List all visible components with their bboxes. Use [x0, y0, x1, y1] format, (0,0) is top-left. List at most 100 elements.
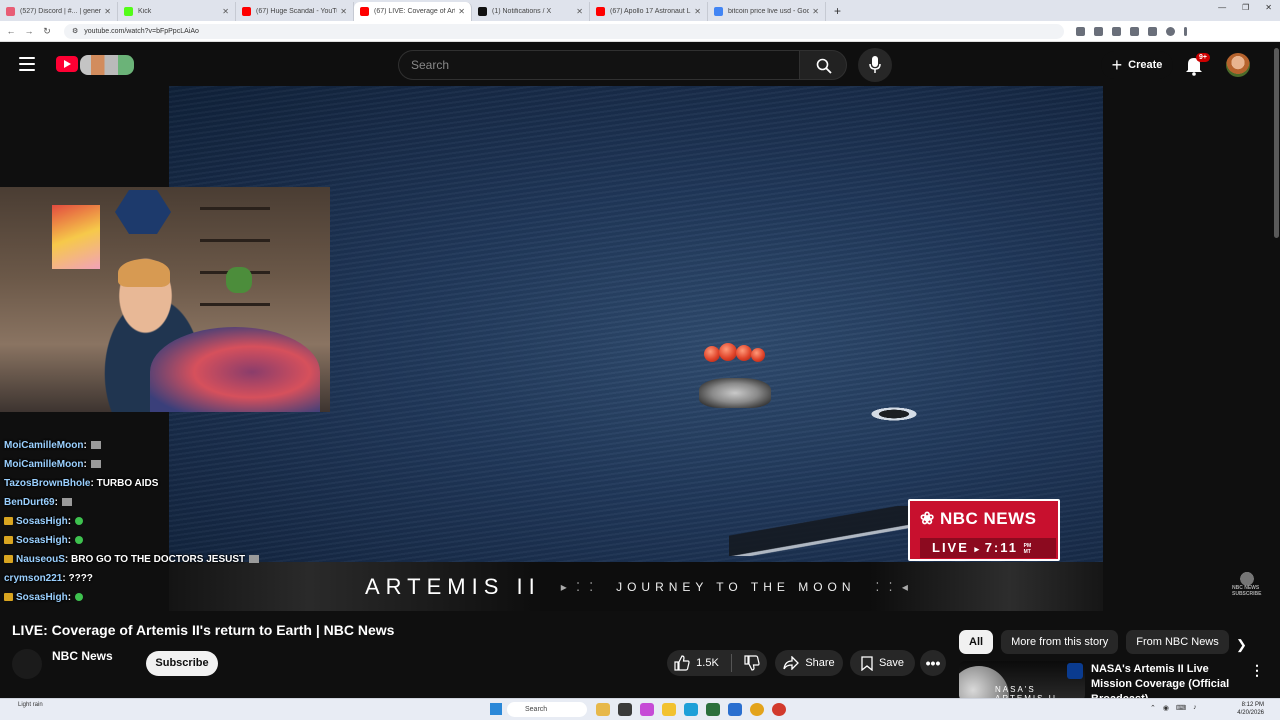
chat-username[interactable]: SosasHigh: [16, 535, 68, 546]
share-button[interactable]: Share: [775, 650, 843, 676]
menu-icon[interactable]: [19, 57, 35, 71]
app-icon[interactable]: [640, 703, 654, 716]
chat-text: : ????: [62, 573, 93, 584]
close-tab-icon[interactable]: ✕: [694, 7, 701, 16]
green-emote-icon: [75, 517, 84, 526]
chat-username[interactable]: NauseouS: [16, 554, 65, 565]
chat-badge-icon: [4, 555, 13, 564]
save-label: Save: [878, 657, 905, 669]
taskbar-search[interactable]: Search: [507, 702, 587, 717]
frog-figure: [226, 267, 252, 293]
app-icon[interactable]: [706, 703, 720, 716]
app-icon[interactable]: [728, 703, 742, 716]
edge-icon[interactable]: [684, 703, 698, 716]
address-bar[interactable]: ⚙ youtube.com/watch?v=bFpPpcLAiAo: [64, 23, 1064, 39]
like-dislike-group: 1.5K: [667, 650, 767, 676]
chrome-icon[interactable]: [750, 703, 764, 716]
restore-icon[interactable]: ❐: [1242, 3, 1249, 12]
youtube-doodle[interactable]: [80, 55, 134, 75]
more-vertical-icon[interactable]: ⋮: [1250, 662, 1264, 679]
extension-icon[interactable]: [1094, 26, 1103, 36]
chat-username[interactable]: TazosBrownBhole: [4, 478, 90, 489]
parachute-graphic: [736, 345, 752, 361]
close-tab-icon[interactable]: ✕: [576, 7, 583, 16]
forward-icon[interactable]: →: [22, 26, 36, 36]
like-count: 1.5K: [696, 657, 719, 669]
close-tab-icon[interactable]: ✕: [340, 7, 347, 16]
channel-name[interactable]: NBC News: [52, 649, 113, 663]
tab-title: (1) Notifications / X: [492, 8, 552, 15]
back-icon[interactable]: ←: [4, 26, 18, 36]
thumbs-down-icon[interactable]: [744, 655, 760, 671]
chat-username[interactable]: crymson221: [4, 573, 62, 584]
search-button[interactable]: [799, 50, 847, 80]
reload-icon[interactable]: ↻: [40, 26, 54, 37]
more-actions-button[interactable]: •••: [920, 650, 946, 676]
extension-icon[interactable]: [1112, 26, 1121, 36]
browser-tab[interactable]: (67) Huge Scandal - YouTube✕: [236, 2, 354, 21]
app-icon[interactable]: [596, 703, 610, 716]
kick-favicon-icon: [124, 7, 133, 16]
close-window-icon[interactable]: ✕: [1265, 3, 1272, 12]
time-zone-bottom: MT: [1023, 548, 1031, 555]
extension-icon[interactable]: [1130, 26, 1139, 36]
save-button[interactable]: Save: [850, 650, 915, 676]
close-tab-icon[interactable]: ✕: [458, 7, 465, 16]
voice-search-button[interactable]: [858, 48, 892, 82]
tray-app-icon[interactable]: ◉: [1163, 704, 1169, 712]
page-scrollbar[interactable]: [1273, 43, 1280, 698]
extension-icon[interactable]: [1076, 26, 1085, 36]
close-tab-icon[interactable]: ✕: [812, 7, 819, 16]
chat-username[interactable]: MoiCamilleMoon: [4, 459, 83, 470]
weather-widget[interactable]: Light rain: [18, 702, 43, 709]
app-icon[interactable]: [772, 703, 786, 716]
tab-title: (67) LIVE: Coverage of Artemis: [374, 8, 456, 15]
browser-menu-icon[interactable]: [1184, 26, 1187, 36]
youtube-logo[interactable]: [56, 56, 78, 72]
chat-username[interactable]: SosasHigh: [16, 516, 68, 527]
chip-from-nbc-news[interactable]: From NBC News: [1126, 630, 1229, 654]
browser-tab[interactable]: (1) Notifications / X ✕: [472, 2, 590, 21]
url-text: youtube.com/watch?v=bFpPpcLAiAo: [84, 27, 199, 35]
scrollbar-thumb[interactable]: [1274, 48, 1279, 238]
browser-tab[interactable]: (527) Discord | #... | general | ✕: [0, 2, 118, 21]
chevron-up-icon[interactable]: ⌃: [1150, 704, 1156, 712]
file-explorer-icon[interactable]: [662, 703, 676, 716]
browser-tab[interactable]: (67) Apollo 17 Astronaut LIES W✕: [590, 2, 708, 21]
live-label: LIVE: [932, 540, 969, 555]
avatar[interactable]: [1226, 53, 1250, 77]
chip-more-from-story[interactable]: More from this story: [1001, 630, 1119, 654]
volume-icon[interactable]: ♪: [1193, 704, 1197, 712]
browser-tab[interactable]: bitcoin price live usd - Google✕: [708, 2, 826, 21]
chat-text: : TURBO AIDS: [90, 478, 159, 489]
chat-username[interactable]: BenDurt69: [4, 497, 55, 508]
close-tab-icon[interactable]: ✕: [104, 7, 111, 16]
new-tab-button[interactable]: +: [834, 4, 841, 18]
chat-username[interactable]: MoiCamilleMoon: [4, 440, 83, 451]
system-clock[interactable]: 8:12 PM 4/20/2026: [1228, 701, 1264, 717]
browser-tab[interactable]: Kick ✕: [118, 2, 236, 21]
create-button[interactable]: + Create: [1101, 51, 1173, 79]
profile-icon[interactable]: [1166, 26, 1175, 36]
channel-avatar[interactable]: [12, 649, 42, 679]
recommended-video-thumbnail[interactable]: NASA'S ARTEMIS II: [959, 661, 1085, 701]
site-info-icon[interactable]: ⚙: [72, 27, 78, 35]
start-button-icon[interactable]: [490, 703, 502, 715]
like-button[interactable]: 1.5K: [674, 655, 719, 671]
search-input[interactable]: [399, 51, 779, 79]
minimize-icon[interactable]: —: [1218, 3, 1226, 12]
chevron-right-icon[interactable]: ❯: [1236, 637, 1247, 653]
chat-message: BenDurt69:: [4, 497, 72, 508]
extension-icon[interactable]: [1148, 26, 1157, 36]
browser-tab-active[interactable]: (67) LIVE: Coverage of Artemis✕: [354, 2, 472, 21]
chip-all[interactable]: All: [959, 630, 994, 654]
chat-badge-icon: [4, 536, 13, 545]
create-label: Create: [1128, 59, 1163, 71]
chat-username[interactable]: SosasHigh: [16, 592, 68, 603]
close-tab-icon[interactable]: ✕: [222, 7, 229, 16]
subscribe-button[interactable]: Subscribe: [146, 651, 218, 676]
task-view-icon[interactable]: [618, 703, 632, 716]
tab-title: Kick: [138, 8, 152, 15]
network-icon[interactable]: ⌨: [1176, 704, 1186, 712]
more-horizontal-icon: •••: [925, 655, 941, 671]
